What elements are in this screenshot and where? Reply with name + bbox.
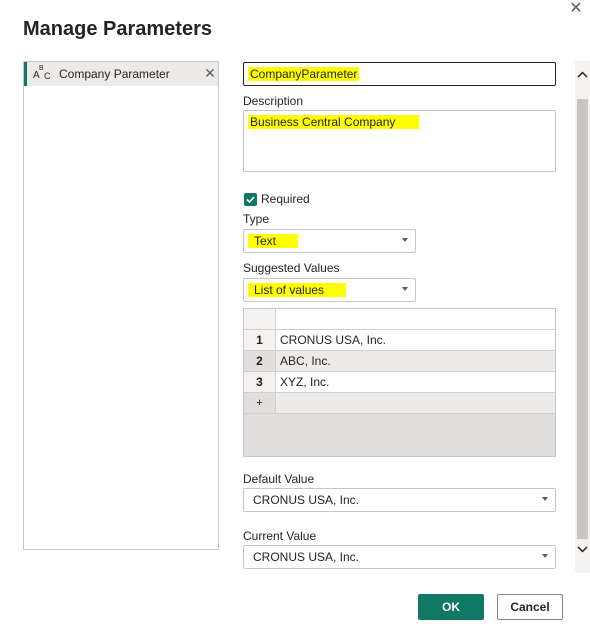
- parameter-name-value: CompanyParameter: [248, 67, 360, 81]
- required-label: Required: [261, 192, 310, 206]
- current-value-label: Current Value: [243, 529, 317, 543]
- chevron-down-icon: [542, 554, 548, 558]
- add-row-icon[interactable]: +: [244, 393, 276, 413]
- row-number: 3: [244, 372, 276, 392]
- required-checkbox[interactable]: [244, 193, 257, 206]
- add-row[interactable]: +: [244, 393, 555, 414]
- description-label: Description: [243, 94, 304, 108]
- table-cell[interactable]: ABC, Inc.: [280, 351, 331, 371]
- description-value: Business Central Company: [248, 115, 420, 129]
- chevron-down-icon: [542, 497, 548, 501]
- cancel-button[interactable]: Cancel: [497, 594, 563, 620]
- type-select-value: Text: [248, 234, 299, 248]
- current-value-select[interactable]: CRONUS USA, Inc.: [243, 545, 556, 569]
- current-value-select-value: CRONUS USA, Inc.: [253, 550, 360, 564]
- table-cell[interactable]: CRONUS USA, Inc.: [280, 330, 386, 350]
- table-row[interactable]: 2 ABC, Inc.: [244, 351, 555, 372]
- row-number: 2: [244, 351, 276, 371]
- parameter-list-item[interactable]: ABC Company Parameter ✕: [24, 62, 218, 86]
- chevron-down-icon[interactable]: [575, 543, 590, 555]
- remove-parameter-icon[interactable]: ✕: [203, 65, 217, 81]
- suggested-values-label: Suggested Values: [243, 261, 340, 275]
- default-value-label: Default Value: [243, 472, 315, 486]
- table-header-row: [244, 309, 555, 330]
- description-textarea[interactable]: Business Central Company: [243, 110, 556, 172]
- scrollbar-thumb[interactable]: [577, 99, 588, 539]
- abc-text-icon: ABC: [33, 65, 51, 81]
- suggested-values-select-value: List of values: [248, 283, 347, 297]
- checkmark-icon: [246, 196, 255, 204]
- close-icon[interactable]: ✕: [567, 0, 585, 18]
- vertical-scrollbar[interactable]: [575, 61, 590, 573]
- default-value-select[interactable]: CRONUS USA, Inc.: [243, 488, 556, 512]
- type-select[interactable]: Text: [243, 229, 416, 253]
- table-row[interactable]: 1 CRONUS USA, Inc.: [244, 330, 555, 351]
- suggested-values-select[interactable]: List of values: [243, 278, 416, 302]
- ok-button[interactable]: OK: [418, 594, 484, 620]
- suggested-values-table: 1 CRONUS USA, Inc. 2 ABC, Inc. 3 XYZ, In…: [243, 308, 556, 457]
- table-cell[interactable]: XYZ, Inc.: [280, 372, 329, 392]
- table-row[interactable]: 3 XYZ, Inc.: [244, 372, 555, 393]
- chevron-down-icon: [402, 287, 408, 291]
- chevron-down-icon: [402, 238, 408, 242]
- parameter-name-input[interactable]: CompanyParameter: [243, 62, 556, 86]
- dialog-title: Manage Parameters: [23, 18, 212, 40]
- parameter-list: ABC Company Parameter ✕: [23, 61, 219, 550]
- parameter-item-label: Company Parameter: [59, 67, 170, 81]
- default-value-select-value: CRONUS USA, Inc.: [253, 493, 360, 507]
- chevron-up-icon[interactable]: [575, 69, 590, 81]
- row-number-header: [244, 309, 276, 329]
- row-number: 1: [244, 330, 276, 350]
- type-label: Type: [243, 212, 270, 226]
